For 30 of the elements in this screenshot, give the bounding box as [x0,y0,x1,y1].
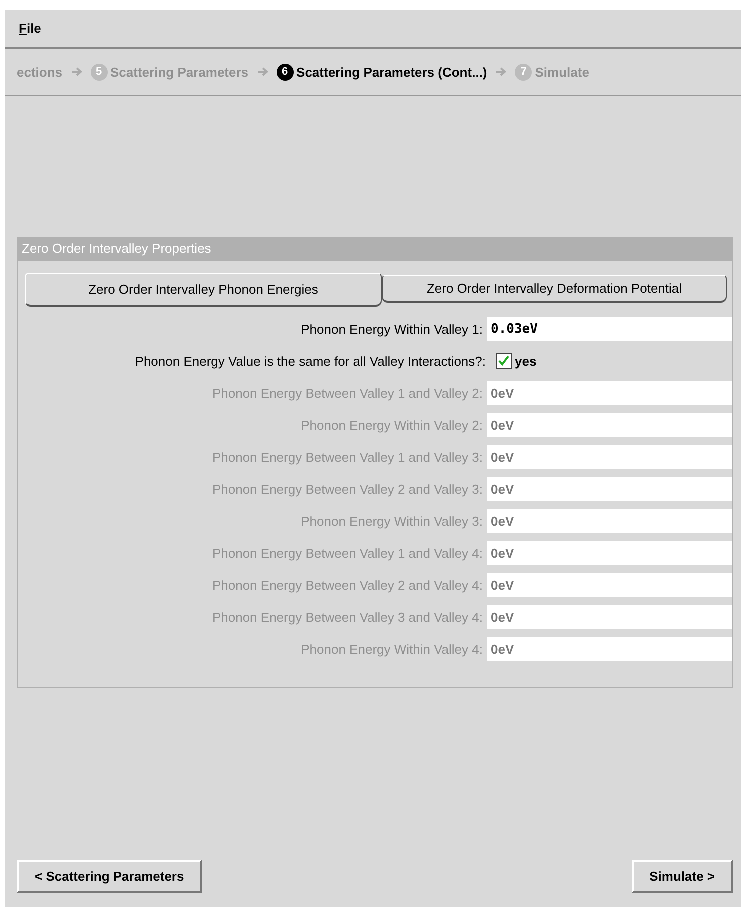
field-label: Phonon Energy Between Valley 2 and Valley 3: [211,482,484,496]
file-menu[interactable]: File [19,21,42,36]
nav-button[interactable]: < Scattering Parameters [17,860,202,893]
step-label[interactable]: Scattering Parameters [110,64,249,80]
field-label: Phonon Energy Between Valley 2 and Valley 4: [211,578,484,592]
input-field[interactable]: 0.03eV [487,317,732,341]
field-label: Phonon Energy Between Valley 1 and Valley 4: [211,546,484,560]
checkbox[interactable] [496,353,512,369]
step-label[interactable]: Simulate [535,64,590,80]
field-label: Phonon Energy Within Valley 4: [300,642,484,656]
arrow-icon [70,67,83,77]
step-label[interactable]: ections [17,64,63,80]
field-label: Phonon Energy Between Valley 1 and Valley 2: [211,386,484,400]
field-label: Phonon Energy Within Valley 1: [300,322,484,336]
panel-title: Zero Order Intervalley Properties [18,237,732,261]
field-label: Phonon Energy Within Valley 2: [300,418,484,432]
arrow-icon [256,67,269,77]
field-label: Phonon Energy Within Valley 3: [300,514,484,528]
step-number: 5 [90,64,108,80]
nav-button[interactable]: Simulate > [632,860,733,893]
step-number: 7 [515,64,532,80]
arrow-icon [495,67,508,77]
tab[interactable]: Zero Order Intervalley Phonon Energies [25,273,382,307]
checkbox-label: Phonon Energy Value is the same for all Valley Interactions?: [134,354,487,368]
tab[interactable]: Zero Order Intervalley Deformation Potential [382,275,727,303]
field-label: Phonon Energy Between Valley 3 and Valley 4: [211,610,484,624]
checkbox-text: yes [515,354,537,368]
step-label[interactable]: Scattering Parameters (Cont...) [296,64,488,80]
step-number: 6 [276,64,294,80]
field-label: Phonon Energy Between Valley 1 and Valley 3: [211,450,484,464]
